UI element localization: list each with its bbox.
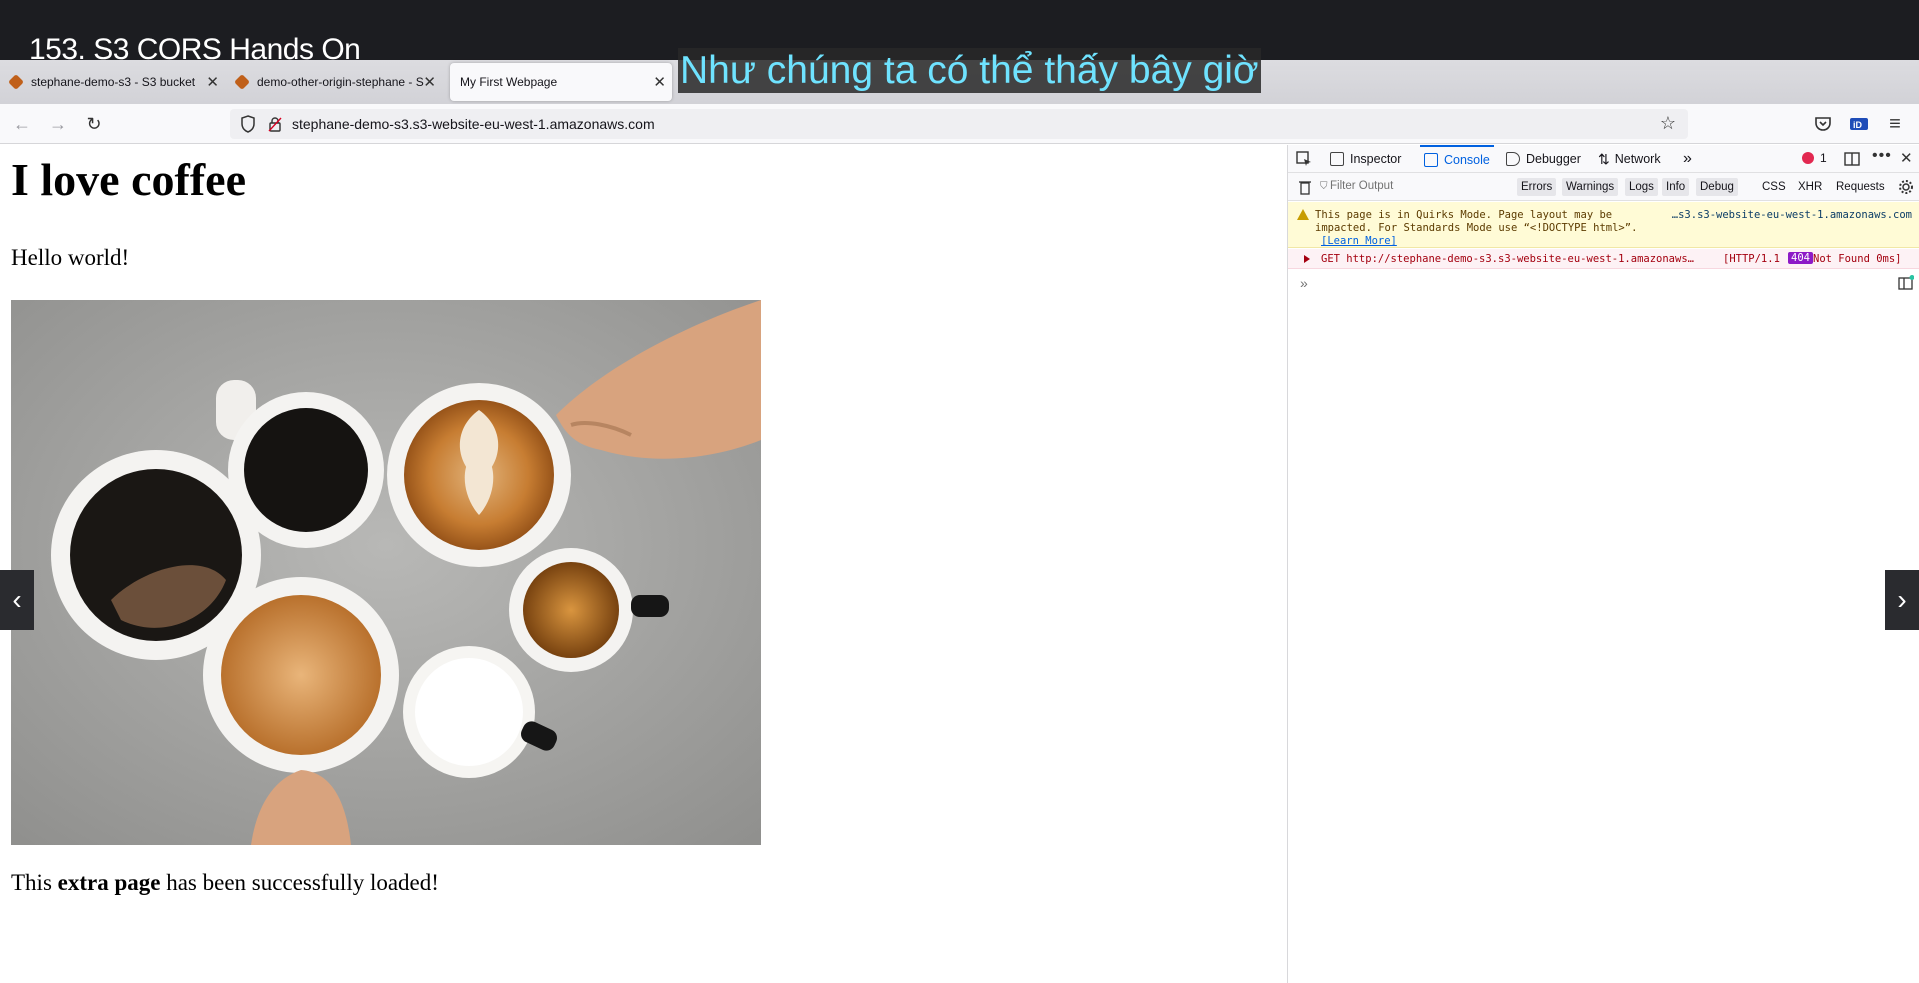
dock-icon[interactable] [1844,151,1860,167]
pocket-icon[interactable] [1812,113,1834,135]
inspector-icon [1330,152,1344,166]
tracking-shield-icon[interactable] [240,115,256,133]
error-count[interactable]: 1 [1820,151,1827,165]
tab-console[interactable]: Console [1420,145,1494,173]
debugger-icon [1506,152,1520,166]
element-picker-icon[interactable] [1296,151,1312,167]
hello-text: Hello world! [11,245,130,270]
tab-label: stephane-demo-s3 - S3 bucket [31,75,196,89]
status-badge: 404 [1788,252,1813,264]
loaded-bold: extra page [57,870,161,895]
more-tabs-button[interactable]: » [1683,145,1692,173]
filter-info-button[interactable]: Info [1662,178,1690,196]
address-bar[interactable]: stephane-demo-s3.s3-website-eu-west-1.am… [230,109,1688,139]
console-error-message[interactable]: GET http://stephane-demo-s3.s3-website-e… [1288,249,1919,269]
loaded-suffix: has been successfully loaded! [160,870,439,895]
tab-label: Network [1614,152,1661,166]
error-request-text: GET http://stephane-demo-s3.s3-website-e… [1321,253,1694,265]
tab-debugger[interactable]: Debugger [1506,145,1581,173]
trash-icon[interactable] [1298,179,1312,195]
filter-funnel-icon: ⛉ [1320,181,1328,192]
video-next-arrow[interactable]: › [1885,570,1919,630]
devtools-panel: Inspector Console Debugger ⇅ Network » 1 … [1287,145,1919,983]
filter-requests-button[interactable]: Requests [1836,178,1885,196]
error-icon [1802,152,1814,164]
page-heading: I love coffee [11,154,246,205]
warning-line-2: impacted. For Standards Mode use “<!DOCT… [1315,222,1638,234]
console-filter-bar: ⛉ Filter Output Errors Warnings Logs Inf… [1288,173,1919,201]
aws-s3-icon [234,74,250,90]
insecure-lock-icon[interactable] [268,116,282,132]
forward-button[interactable]: → [46,112,70,136]
tab-s3-bucket[interactable]: stephane-demo-s3 - S3 bucket ✕ [0,63,225,101]
expand-arrow-icon[interactable] [1304,255,1310,263]
console-icon [1424,153,1438,167]
filter-errors-button[interactable]: Errors [1517,178,1557,196]
aws-s3-icon [8,74,24,90]
close-icon[interactable]: ✕ [423,73,436,91]
navigation-bar: ← → ↻ stephane-demo-s3.s3-website-eu-wes… [0,104,1919,144]
error-status-text: Not Found 0ms] [1813,253,1902,265]
filter-output-input[interactable]: Filter Output [1330,180,1393,192]
settings-gear-icon[interactable] [1898,179,1914,195]
close-devtools-icon[interactable]: ✕ [1900,149,1913,167]
error-http-version: [HTTP/1.1 [1723,253,1780,265]
close-icon[interactable]: ✕ [206,73,219,91]
svg-text:iD: iD [1853,120,1863,130]
extension-id-icon[interactable]: iD [1848,113,1870,135]
reload-button[interactable]: ↻ [82,112,106,136]
filter-xhr-button[interactable]: XHR [1798,178,1822,196]
hamburger-menu-icon[interactable]: ≡ [1884,113,1906,135]
warning-icon [1297,209,1309,220]
tab-label: My First Webpage [460,75,558,89]
back-button[interactable]: ← [10,112,34,136]
video-prev-arrow[interactable]: ‹ [0,570,34,630]
close-icon[interactable]: ✕ [653,73,666,91]
tab-my-first-webpage[interactable]: My First Webpage ✕ [450,63,672,101]
tab-other-origin[interactable]: demo-other-origin-stephane - S ✕ [226,63,442,101]
coffee-illustration [11,300,761,845]
screen: 153. S3 CORS Hands On Như chúng ta có th… [0,0,1919,983]
editor-mode-icon[interactable] [1898,275,1914,291]
tab-label: demo-other-origin-stephane - S [257,75,424,89]
loaded-prefix: This [11,870,58,895]
tab-label: Console [1444,153,1490,167]
filter-debug-button[interactable]: Debug [1696,178,1738,196]
tab-label: Debugger [1526,152,1581,166]
subtitle-caption: Như chúng ta có thể thấy bây giờ [678,48,1261,93]
console-input-prompt[interactable]: » [1300,275,1308,291]
loaded-message: This extra page has been successfully lo… [11,870,439,896]
learn-more-link[interactable]: [Learn More] [1321,235,1397,247]
console-warning-message: This page is in Quirks Mode. Page layout… [1288,202,1919,248]
filter-logs-button[interactable]: Logs [1625,178,1658,196]
devtools-toolbar: Inspector Console Debugger ⇅ Network » 1 … [1288,145,1919,173]
warning-source-link[interactable]: …s3.s3-website-eu-west-1.amazonaws.com [1672,209,1912,221]
url-text[interactable]: stephane-demo-s3.s3-website-eu-west-1.am… [292,116,655,132]
warning-line-1: This page is in Quirks Mode. Page layout… [1315,209,1613,221]
tab-inspector[interactable]: Inspector [1330,145,1401,173]
filter-css-button[interactable]: CSS [1762,178,1786,196]
tab-label: Inspector [1350,152,1402,166]
filter-warnings-button[interactable]: Warnings [1562,178,1619,196]
bookmark-star-icon[interactable]: ☆ [1660,113,1676,134]
webpage-content: I love coffee Hello world! This extra pa… [0,145,1287,983]
more-options-icon[interactable]: ••• [1872,147,1892,165]
tab-network[interactable]: ⇅ Network [1598,145,1661,173]
network-icon: ⇅ [1598,151,1610,167]
coffee-cups-image [11,300,761,845]
